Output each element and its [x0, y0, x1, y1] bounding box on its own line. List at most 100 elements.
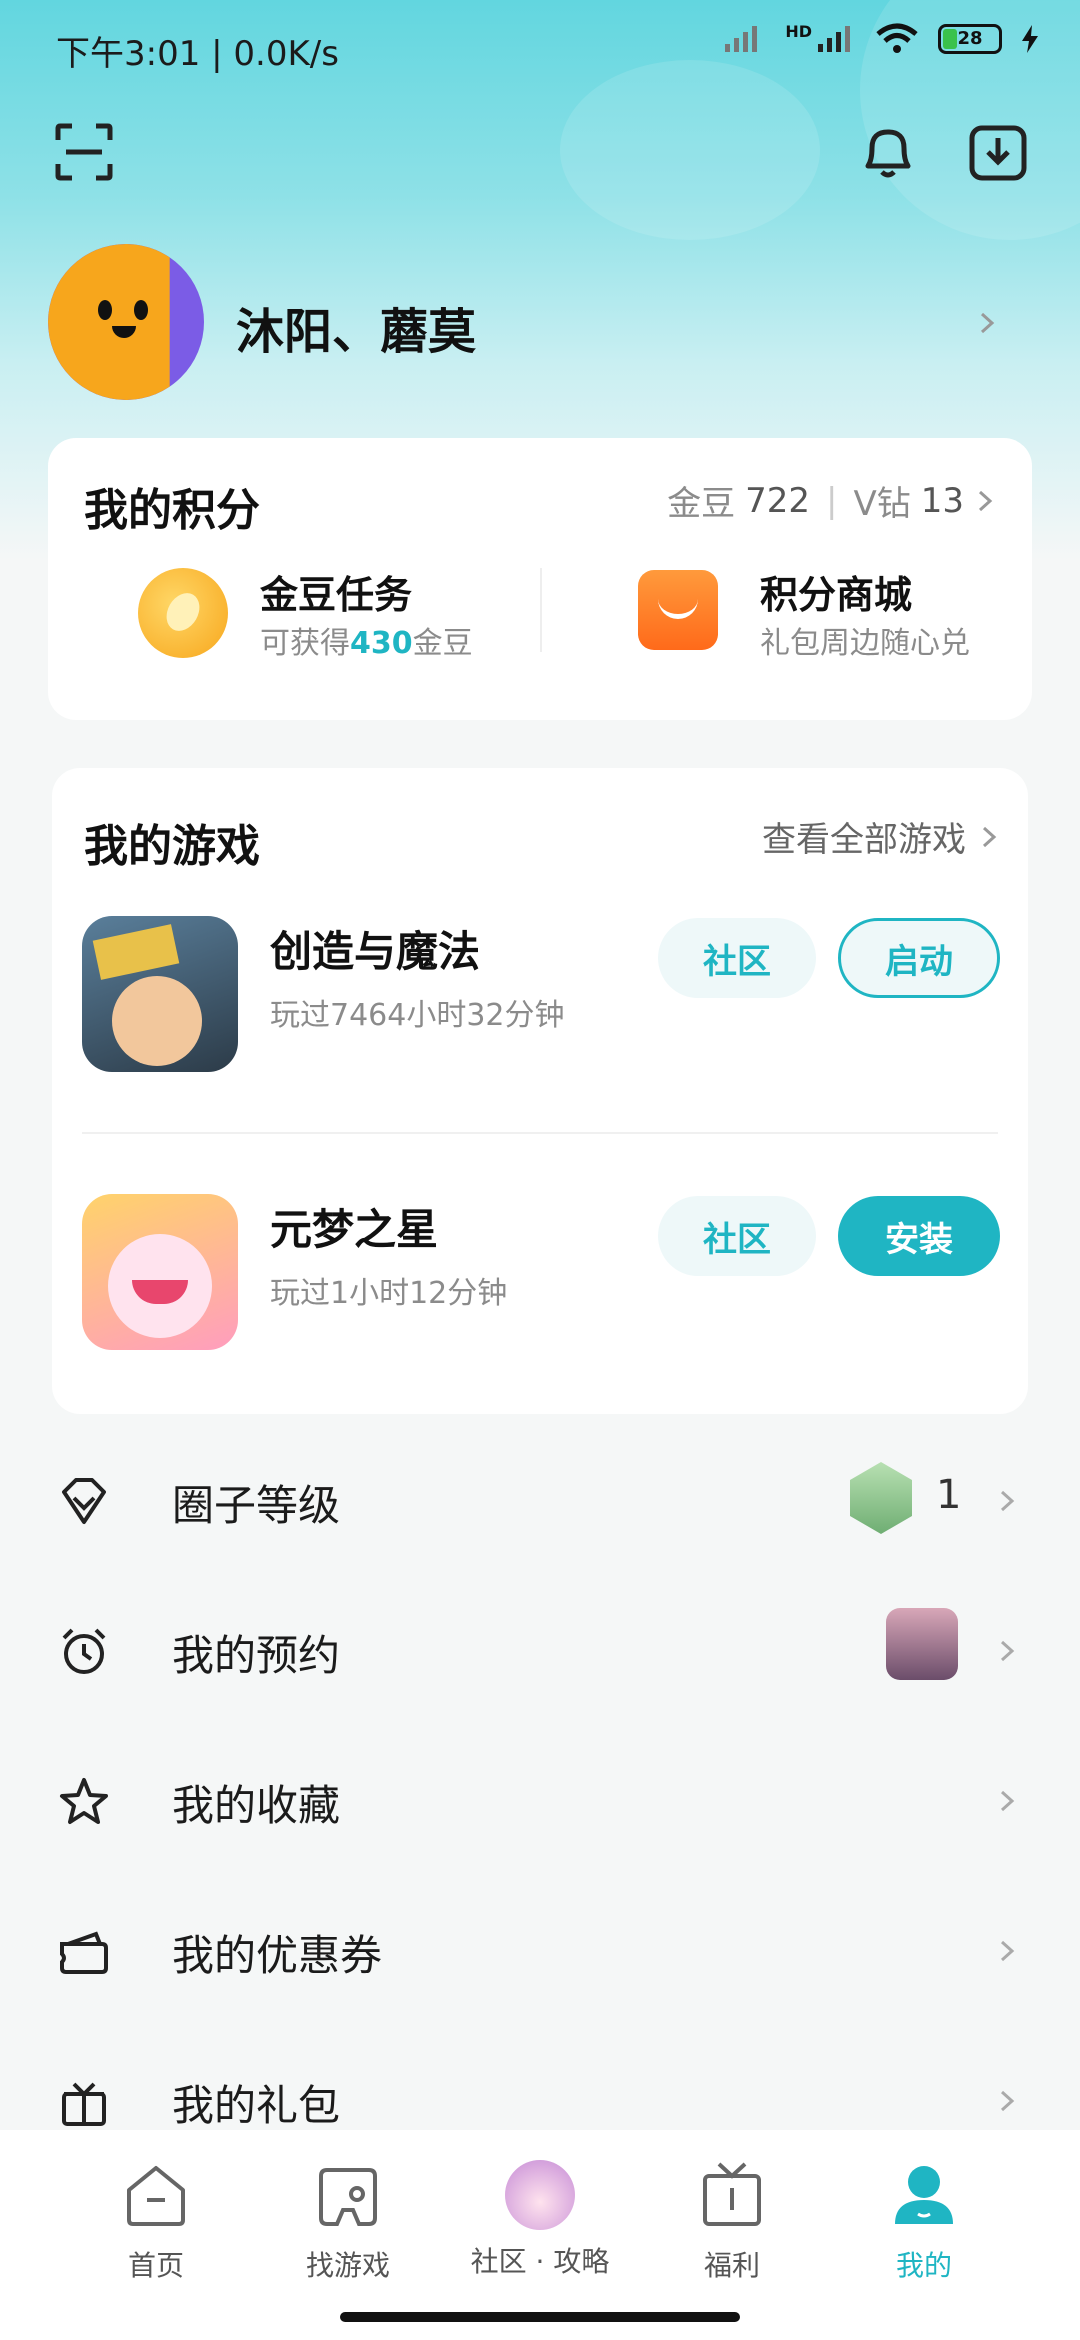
- game-playtime: 玩过7464小时32分钟: [270, 998, 565, 1033]
- profile-name[interactable]: 沐阳、蘑莫: [236, 292, 476, 362]
- download-icon[interactable]: [966, 120, 1030, 184]
- game-playtime: 玩过1小时12分钟: [270, 1276, 508, 1311]
- menu-row-gifts[interactable]: 我的礼包: [0, 2050, 1080, 2130]
- menu-row-favorites[interactable]: 我的收藏: [0, 1750, 1080, 1870]
- shopping-bag-icon: [638, 570, 718, 650]
- mall-title: 积分商城: [760, 573, 913, 617]
- nav-welfare[interactable]: 福利: [652, 2160, 812, 2284]
- launch-button[interactable]: 启动: [838, 918, 1000, 998]
- signal-icon: [725, 26, 758, 52]
- subtitle-amount: 430: [350, 626, 413, 661]
- vdiamond-label: V钻: [853, 484, 911, 524]
- gold-task-subtitle: 可获得430金豆: [260, 618, 473, 662]
- points-card: 我的积分 金豆 722 | V钻 13 金豆任务 可获得430金豆 积分商城 礼…: [48, 438, 1032, 720]
- home-indicator[interactable]: [340, 2312, 740, 2322]
- nav-home[interactable]: 首页: [76, 2160, 236, 2284]
- scan-icon[interactable]: [52, 120, 116, 184]
- bottom-nav: 首页 找游戏 社区 · 攻略 福利 我的: [0, 2130, 1080, 2340]
- shield-badge-icon: [62, 1478, 106, 1524]
- vdiamond-value: 13: [920, 480, 964, 521]
- battery-value: 28: [957, 28, 983, 49]
- gold-label: 金豆: [667, 484, 736, 524]
- chevron-right-icon[interactable]: [976, 312, 998, 334]
- game-icon-yuanmeng-star[interactable]: [82, 1194, 238, 1350]
- points-summary[interactable]: 金豆 722 | V钻 13: [667, 476, 996, 525]
- chevron-right-icon: [1000, 1490, 1015, 1512]
- view-all-games[interactable]: 查看全部游戏: [762, 812, 1000, 861]
- game-icon-create-magic[interactable]: [82, 916, 238, 1072]
- games-title: 我的游戏: [84, 821, 260, 872]
- coin-bean: [160, 587, 206, 637]
- divider: [82, 1132, 998, 1134]
- menu-label: 我的预约: [172, 1631, 341, 1680]
- charging-icon: [1022, 25, 1038, 53]
- chevron-right-icon: [1000, 1640, 1015, 1662]
- battery-icon: 28: [938, 24, 1002, 54]
- avatar-eye: [134, 300, 148, 320]
- divider: |: [826, 480, 838, 521]
- menu-label: 我的收藏: [172, 1781, 341, 1830]
- menu-row-circle-level[interactable]: 圈子等级 1: [0, 1450, 1080, 1570]
- wifi-icon: [876, 23, 918, 53]
- gamepad-icon: [319, 2168, 377, 2226]
- mall-subtitle: 礼包周边随心兑: [760, 626, 970, 661]
- nav-label: 我的: [895, 2249, 952, 2282]
- star-icon: [60, 1778, 108, 1824]
- community-button[interactable]: 社区: [658, 918, 816, 998]
- gold-task-entry[interactable]: 金豆任务 可获得430金豆: [48, 558, 538, 678]
- menu-row-reservations[interactable]: 我的预约: [0, 1600, 1080, 1720]
- gold-value: 722: [745, 480, 810, 521]
- bag-smile: [658, 598, 698, 619]
- view-all-label: 查看全部游戏: [762, 820, 966, 860]
- nav-label: 首页: [127, 2249, 184, 2282]
- points-title: 我的积分: [84, 485, 260, 536]
- hd-label: HD: [785, 22, 812, 41]
- nav-label: 社区 · 攻略: [470, 2245, 610, 2278]
- avatar-eye: [98, 300, 112, 320]
- menu-label: 圈子等级: [172, 1481, 341, 1530]
- user-icon: [895, 2166, 953, 2224]
- bell-icon[interactable]: [856, 120, 920, 184]
- status-time: 下午3:01 | 0.0K/s: [56, 34, 339, 74]
- coupon-icon: [60, 1931, 108, 1974]
- level-badge-icon: [850, 1462, 912, 1534]
- chevron-right-icon: [1000, 1940, 1015, 1962]
- chevron-right-icon: [978, 490, 993, 511]
- nav-label: 找游戏: [305, 2249, 390, 2282]
- signal-hd-icon: [818, 26, 850, 52]
- avatar[interactable]: [48, 244, 204, 400]
- menu-label: 我的礼包: [172, 2081, 341, 2130]
- status-icons: HD 28: [723, 22, 1040, 56]
- alarm-clock-icon: [62, 1628, 106, 1674]
- games-card: 我的游戏 查看全部游戏 创造与魔法 玩过7464小时32分钟 社区 启动 元梦之…: [52, 768, 1028, 1414]
- gold-coin-icon: [138, 568, 228, 658]
- app-screen: 下午3:01 | 0.0K/s HD 28 沐阳、蘑莫 我的积分 金豆 722 …: [0, 0, 1080, 2340]
- game-name[interactable]: 元梦之星: [270, 1196, 438, 1257]
- nav-me[interactable]: 我的: [844, 2160, 1004, 2284]
- subtitle-suffix: 金豆: [412, 626, 473, 661]
- subtitle-prefix: 可获得: [260, 626, 350, 661]
- gold-task-title: 金豆任务: [260, 573, 413, 617]
- points-mall-entry[interactable]: 积分商城 礼包周边随心兑: [542, 558, 1032, 678]
- chevron-right-icon: [982, 826, 997, 847]
- menu-label: 我的优惠券: [172, 1931, 383, 1980]
- nav-find-games[interactable]: 找游戏: [268, 2160, 428, 2284]
- avatar-face: [48, 244, 170, 400]
- level-value: 1: [936, 1472, 962, 1518]
- game-art-face: [112, 976, 202, 1066]
- install-button[interactable]: 安装: [838, 1196, 1000, 1276]
- home-icon: [127, 2166, 185, 2226]
- game-art-title: [92, 924, 180, 980]
- chevron-right-icon: [1000, 1790, 1015, 1812]
- gift-icon: [62, 2082, 106, 2126]
- nav-community[interactable]: 社区 · 攻略: [460, 2160, 620, 2280]
- status-bar: 下午3:01 | 0.0K/s HD 28: [0, 0, 1080, 90]
- game-name[interactable]: 创造与魔法: [270, 918, 480, 979]
- gift-box-icon: [703, 2162, 761, 2226]
- community-avatar-icon: [505, 2160, 575, 2230]
- reserved-game-thumbnail: [886, 1608, 958, 1680]
- menu-row-coupons[interactable]: 我的优惠券: [0, 1900, 1080, 2020]
- chevron-right-icon: [1000, 2090, 1015, 2112]
- community-button[interactable]: 社区: [658, 1196, 816, 1276]
- nav-label: 福利: [703, 2249, 760, 2282]
